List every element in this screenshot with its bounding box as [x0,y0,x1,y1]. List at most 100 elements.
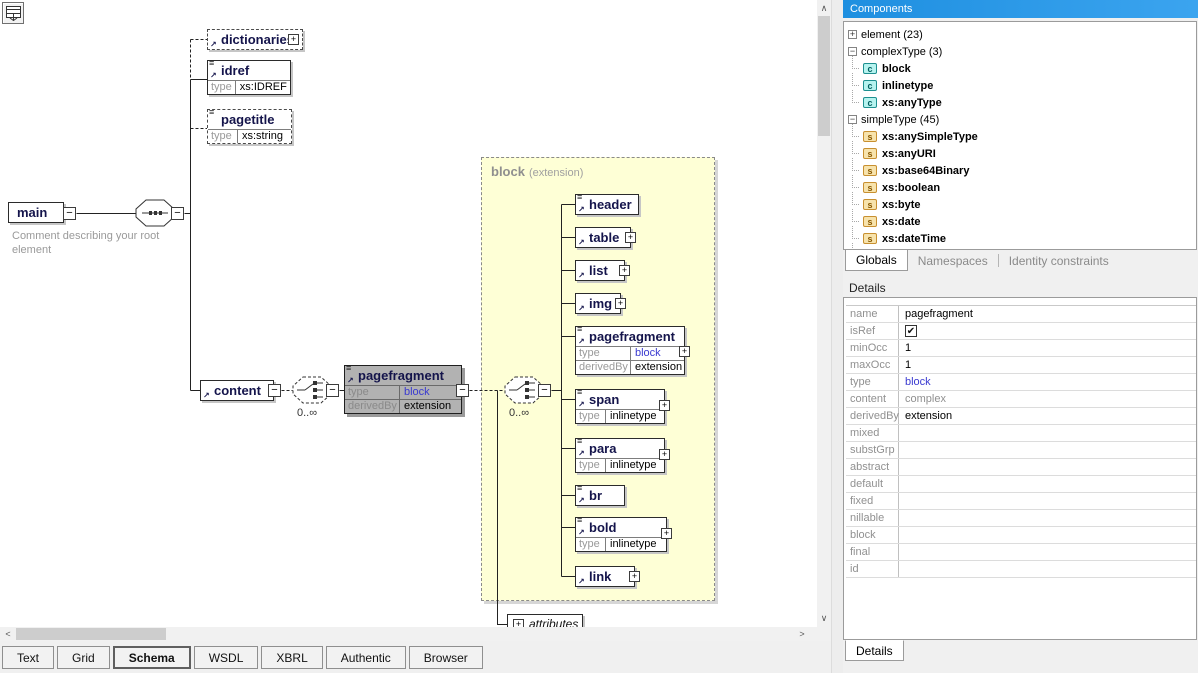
element-box-pagefragment-child[interactable]: ≡ ↗ pagefragment type block derivedBy ex… [575,326,685,375]
tab-xbrl[interactable]: XBRL [261,646,322,669]
tree-item-xs-anysimpletype[interactable]: s xs:anySimpleType [844,128,1196,145]
tree-item-xs-anyuri[interactable]: s xs:anyURI [844,145,1196,162]
element-box-header[interactable]: ≡ ↗ header [575,194,639,215]
expand-img-button[interactable]: + [615,298,626,309]
detail-row-block[interactable]: block [846,527,1196,544]
tree-item-simpletype-group[interactable]: − simpleType (45) [844,111,1196,128]
panel-splitter[interactable] [831,0,843,673]
tab-details[interactable]: Details [845,640,904,661]
tab-authentic[interactable]: Authentic [326,646,406,669]
collapse-content-button[interactable]: − [268,384,281,397]
element-box-bold[interactable]: ≡ ↗ bold type inlinetype [575,517,667,552]
detail-row-nillable[interactable]: nillable [846,510,1196,527]
tab-globals[interactable]: Globals [845,250,908,271]
tree-item-xs-date[interactable]: s xs:date [844,213,1196,230]
detail-row-final[interactable]: final [846,544,1196,561]
vertical-scrollbar-thumb[interactable] [818,16,830,136]
tree-item-label: xs:dateTime [882,233,946,245]
collapse-main-button[interactable]: − [63,207,76,220]
element-box-table[interactable]: ↗ table [575,227,631,248]
element-box-content[interactable]: ↗ content [200,380,274,401]
expand-span-button[interactable]: + [659,400,670,411]
element-box-span[interactable]: ≡ ↗ span type inlinetype [575,389,665,424]
detail-row-content[interactable]: content complex [846,391,1196,408]
scroll-left-icon[interactable]: < [1,627,15,641]
tree-item-xs-boolean[interactable]: s xs:boolean [844,179,1196,196]
expand-table-button[interactable]: + [625,232,636,243]
derivedby-value: extension [631,361,686,374]
collapse-choice-button[interactable]: − [538,384,551,397]
element-name-bold: bold [589,520,616,535]
detail-row-minocc[interactable]: minOcc 1 [846,340,1196,357]
detail-row-substgrp[interactable]: substGrp [846,442,1196,459]
vertical-scrollbar[interactable]: ∧ ∨ [817,0,831,627]
expand-para-button[interactable]: + [659,449,670,460]
expand-list-button[interactable]: + [619,265,630,276]
annotation-lines-icon: ≡ [577,387,582,397]
annotation-lines-icon: ≡ [209,58,214,68]
tree-item-block[interactable]: c block [844,60,1196,77]
tree-collapse-icon[interactable]: − [848,47,857,56]
tab-wsdl[interactable]: WSDL [194,646,259,669]
tab-text[interactable]: Text [2,646,54,669]
simpletype-badge-icon: s [863,182,877,193]
tree-item-complextype-group[interactable]: − complexType (3) [844,43,1196,60]
tree-item-inlinetype[interactable]: c inlinetype [844,77,1196,94]
detail-row-abstract[interactable]: abstract [846,459,1196,476]
tab-browser[interactable]: Browser [409,646,483,669]
tree-collapse-icon[interactable]: − [848,115,857,124]
tree-item-xs-anytype[interactable]: c xs:anyType [844,94,1196,111]
type-value-link[interactable]: block [631,347,665,360]
element-box-para[interactable]: ≡ ↗ para type inlinetype [575,438,665,473]
tab-grid[interactable]: Grid [57,646,110,669]
tab-namespaces[interactable]: Namespaces [908,250,998,271]
tab-identity-constraints[interactable]: Identity constraints [999,250,1119,271]
element-box-link[interactable]: ↗ link [575,566,635,587]
simpletype-badge-icon: s [863,216,877,227]
attributes-box[interactable]: + attributes [507,614,583,627]
horizontal-scrollbar-thumb[interactable] [16,628,166,640]
scroll-down-icon[interactable]: ∨ [817,611,831,625]
components-tree[interactable]: + element (23) − complexType (3) c block… [843,21,1197,250]
detail-row-derivedby[interactable]: derivedBy extension [846,408,1196,425]
element-box-pagefragment-selected[interactable]: ≡ ↗ pagefragment type block derivedBy ex… [344,365,462,414]
detail-row-id[interactable]: id [846,561,1196,578]
type-value-link[interactable]: block [400,386,434,399]
components-panel-titlebar[interactable]: Components [843,0,1198,18]
isref-checkbox[interactable]: ✔ [905,325,917,337]
tab-schema[interactable]: Schema [113,646,191,669]
tree-item-xs-base64binary[interactable]: s xs:base64Binary [844,162,1196,179]
detail-row-isref[interactable]: isRef ✔ [846,323,1196,340]
tree-item-xs-byte[interactable]: s xs:byte [844,196,1196,213]
scroll-right-icon[interactable]: > [795,627,809,641]
element-box-br[interactable]: ≡ ↗ br [575,485,625,506]
tree-expand-icon[interactable]: + [848,30,857,39]
scroll-up-icon[interactable]: ∧ [817,1,831,15]
detail-row-fixed[interactable]: fixed [846,493,1196,510]
tree-item-xs-datetime[interactable]: s xs:dateTime [844,230,1196,247]
detail-row-default[interactable]: default [846,476,1196,493]
schema-design-canvas[interactable]: block(extension) [0,0,817,627]
element-box-dictionaries[interactable]: ↗ dictionaries + [207,29,303,50]
collapse-sequence-button[interactable]: − [171,207,184,220]
element-box-list[interactable]: ↗ list [575,260,625,281]
tree-item-element-group[interactable]: + element (23) [844,26,1196,43]
collapse-pagefragment-button[interactable]: − [456,384,469,397]
detail-row-type[interactable]: type block [846,374,1196,391]
expand-dictionaries-button[interactable]: + [288,34,299,45]
detail-row-mixed[interactable]: mixed [846,425,1196,442]
expand-link-button[interactable]: + [629,571,640,582]
schema-display-config-button[interactable] [2,2,24,24]
horizontal-scrollbar[interactable]: < > [0,627,812,641]
expand-pagefragment-button[interactable]: + [679,346,690,357]
collapse-choice-button[interactable]: − [326,384,339,397]
expand-attributes-button[interactable]: + [513,619,524,628]
details-grid[interactable]: name pagefragment isRef ✔ minOcc 1 maxOc… [843,297,1197,640]
reference-arrow-icon: ↗ [578,304,585,313]
element-box-pagetitle[interactable]: ≡ pagetitle type xs:string [207,109,292,144]
element-box-idref[interactable]: ≡ ↗ idref type xs:IDREF [207,60,291,95]
detail-row-maxocc[interactable]: maxOcc 1 [846,357,1196,374]
element-box-main[interactable]: main [8,202,64,223]
detail-row-name[interactable]: name pagefragment [846,306,1196,323]
expand-bold-button[interactable]: + [661,528,672,539]
